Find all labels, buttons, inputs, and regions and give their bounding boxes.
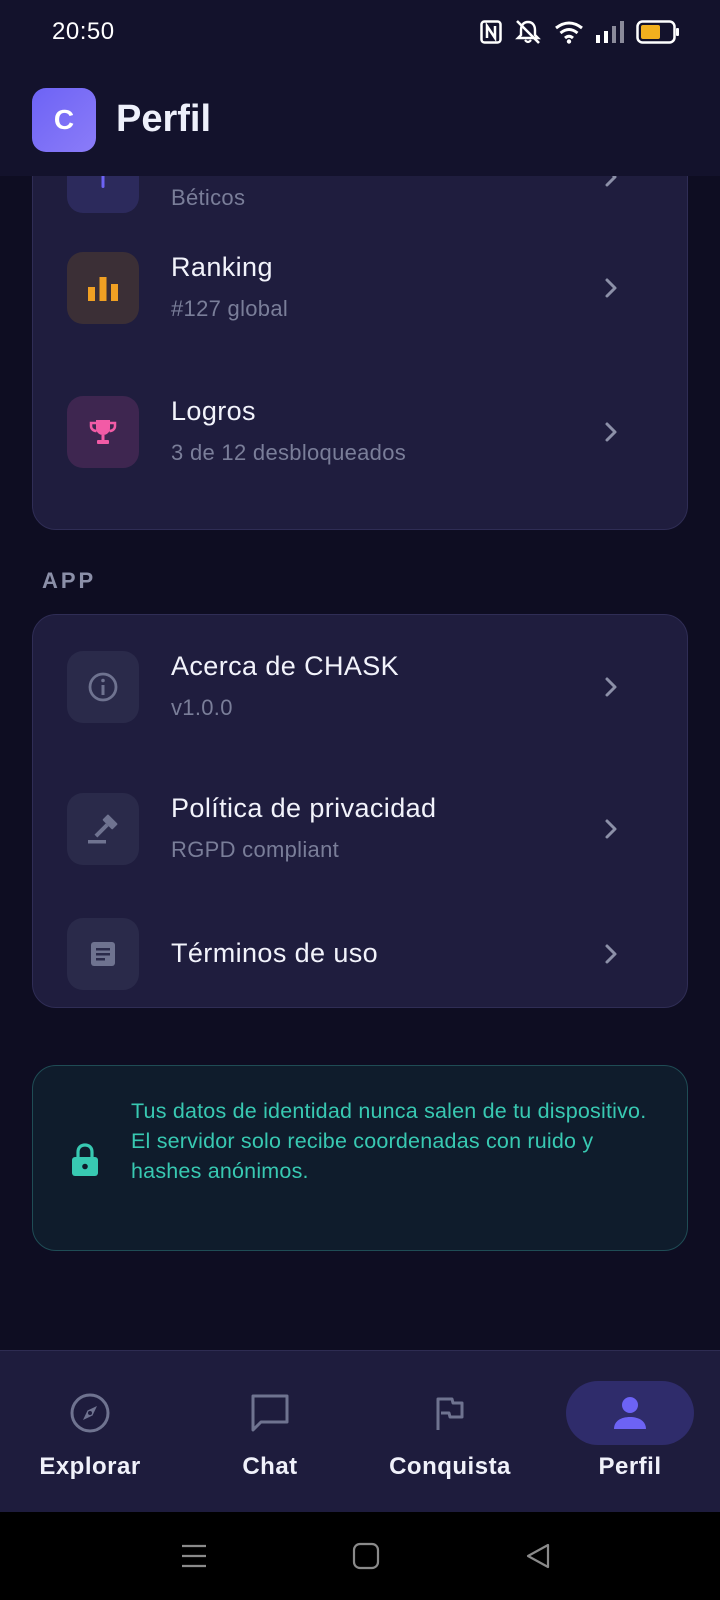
nav-perfil[interactable]: Perfil [540,1351,720,1511]
terms-title: Términos de uso [171,938,379,968]
app-card: Acerca de CHASK v1.0.0 Política de priva… [32,614,688,1008]
nav-explorar[interactable]: Explorar [0,1351,180,1511]
lock-icon [72,1143,98,1176]
section-label-app: APP [42,568,97,593]
document-icon [67,918,139,990]
ranking-row[interactable]: Ranking #127 global [33,234,689,344]
nav-label-explorar: Explorar [39,1453,141,1480]
ranking-subtitle: #127 global [171,296,289,321]
wifi-icon [555,21,583,44]
status-bar: 20:50 [0,0,720,64]
nav-conquista[interactable]: Conquista [360,1351,540,1511]
home-icon[interactable] [352,1542,380,1570]
chevron-right-icon [605,422,617,442]
privacy-policy-subtitle: RGPD compliant [171,837,340,862]
info-icon [67,651,139,723]
gavel-icon [67,793,139,865]
privacy-notice-line1: Tus datos de identidad nunca salen de tu… [131,1099,647,1123]
privacy-policy-row[interactable]: Política de privacidad RGPD compliant [33,775,689,885]
achievements-row[interactable]: Logros 3 de 12 desbloqueados [33,378,689,488]
team-row[interactable]: Béticos [33,176,689,233]
nav-chat[interactable]: Chat [180,1351,360,1511]
terms-row[interactable]: Términos de uso [33,900,689,1010]
privacy-notice-line2: El servidor solo recibe coordenadas con … [131,1129,594,1183]
privacy-policy-title: Política de privacidad [171,793,437,823]
bar-chart-icon [67,252,139,324]
app-logo: C [32,88,96,152]
about-title: Acerca de CHASK [171,651,400,681]
nfc-icon [480,20,502,44]
back-icon[interactable] [524,1542,552,1570]
nav-label-perfil: Perfil [598,1453,662,1480]
app-header: C Perfil [0,64,720,176]
person-icon [606,1389,654,1437]
bottom-navigation: Explorar Chat Conquista Perfil [0,1350,720,1512]
chevron-right-icon [605,677,617,697]
nav-label-conquista: Conquista [389,1453,511,1480]
screen: 20:50 C Perfil Béticos Ranking #127 glob… [0,0,720,1600]
flag-icon [426,1389,474,1437]
signal-icon [596,21,624,43]
status-time: 20:50 [52,18,115,45]
chevron-right-icon [605,278,617,298]
achievements-title: Logros [171,396,256,426]
achievements-subtitle: 3 de 12 desbloqueados [171,440,407,465]
status-icons [480,18,680,46]
battery-icon [636,20,679,44]
about-row[interactable]: Acerca de CHASK v1.0.0 [33,633,689,743]
about-subtitle: v1.0.0 [171,695,233,720]
privacy-notice-text: Tus datos de identidad nunca salen de tu… [131,1096,651,1186]
nav-label-chat: Chat [242,1453,298,1480]
team-subtitle: Béticos [171,185,246,210]
chevron-right-icon [605,819,617,839]
trophy-icon [67,396,139,468]
mute-icon [515,20,541,44]
system-navigation-bar [0,1512,720,1600]
profile-content[interactable]: Béticos Ranking #127 global Logros 3 de … [0,176,720,1350]
chat-icon [246,1389,294,1437]
privacy-notice: Tus datos de identidad nunca salen de tu… [32,1065,688,1251]
menu-icon[interactable] [180,1542,208,1570]
chevron-right-icon [605,176,617,187]
compass-icon [66,1389,114,1437]
chevron-right-icon [605,944,617,964]
page-title: Perfil [116,98,212,140]
stats-card: Béticos Ranking #127 global Logros 3 de … [32,176,688,530]
ranking-title: Ranking [171,252,273,282]
team-icon [67,176,139,213]
